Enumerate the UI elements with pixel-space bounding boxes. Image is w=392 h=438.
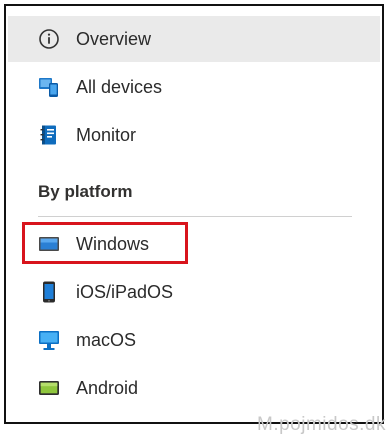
nav-item-macos[interactable]: macOS xyxy=(8,317,380,363)
nav-item-label: Android xyxy=(76,377,139,398)
info-icon xyxy=(38,28,60,50)
nav-item-label: Monitor xyxy=(76,124,137,145)
windows-device-icon xyxy=(38,233,60,255)
nav-item-overview[interactable]: Overview xyxy=(8,16,380,62)
phone-icon xyxy=(38,281,60,303)
monitor-book-icon xyxy=(38,124,60,146)
nav-item-label: Windows xyxy=(76,233,150,254)
nav-item-monitor[interactable]: Monitor xyxy=(8,112,380,158)
nav-item-label: All devices xyxy=(76,76,163,97)
nav-item-all-devices[interactable]: All devices xyxy=(8,64,380,110)
section-header-by-platform: By platform xyxy=(38,182,133,201)
watermark: M.pojmidos.dk xyxy=(257,414,386,435)
nav-item-label: macOS xyxy=(76,329,137,350)
nav-item-label: iOS/iPadOS xyxy=(76,281,174,302)
devices-icon xyxy=(38,76,60,98)
nav-item-windows[interactable]: Windows xyxy=(8,221,380,267)
nav-item-ios-ipados[interactable]: iOS/iPadOS xyxy=(8,269,380,315)
nav-item-android[interactable]: Android xyxy=(8,365,380,411)
mac-monitor-icon xyxy=(38,329,60,351)
nav-item-label: Overview xyxy=(76,28,152,49)
section-divider xyxy=(38,216,352,217)
navigation-panel: Overview All devices Monitor By platform… xyxy=(4,4,384,424)
android-device-icon xyxy=(38,377,60,399)
